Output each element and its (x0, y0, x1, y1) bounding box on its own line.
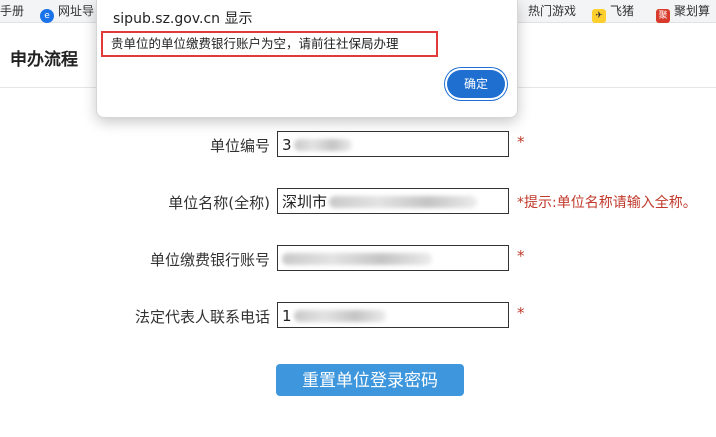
bookmark-label: 手册 (0, 4, 25, 18)
bookmark-hot-games[interactable]: 热门游戏 (528, 3, 576, 19)
form-row-unit-number: 单位编号 3 * (0, 131, 716, 161)
redacted-blur (293, 139, 352, 151)
unit-name-hint: *提示:单位名称请输入全称。 (517, 195, 697, 211)
alert-dialog: sipub.sz.gov.cn 显示 贵单位的单位缴费银行账户为空，请前往社保局… (96, 0, 518, 118)
field-label: 单位名称(全称) (168, 194, 270, 212)
field-label: 单位编号 (209, 137, 270, 155)
bookmark-label: 网址导 (58, 4, 95, 18)
dialog-origin: sipub.sz.gov.cn 显示 (113, 11, 253, 27)
input-value: 3 (282, 136, 292, 154)
bookmark-fliggy[interactable]: ✈ 飞猪 (592, 3, 635, 23)
bookmark-url-nav[interactable]: e 网址导 (40, 3, 95, 23)
bookmark-label: 飞猪 (610, 4, 635, 18)
redacted-blur (329, 196, 478, 208)
bookmark-label: 聚划算 (674, 4, 711, 18)
required-mark: * (517, 133, 525, 151)
bookmark-juhuasuan[interactable]: 聚聚划算 (656, 3, 711, 23)
redacted-blur (293, 310, 386, 322)
dialog-ok-button[interactable]: 确定 (447, 70, 505, 98)
browser-globe-icon: e (40, 9, 54, 23)
field-label: 法定代表人联系电话 (134, 308, 270, 326)
form-row-unit-name: 单位名称(全称) 深圳市 *提示:单位名称请输入全称。 (0, 188, 716, 218)
form-row-legal-rep-phone: 法定代表人联系电话 1 * (0, 302, 716, 332)
fliggy-icon: ✈ (592, 9, 606, 23)
field-label: 单位缴费银行账号 (149, 251, 270, 269)
input-value: 深圳市 (282, 193, 328, 211)
bookmark-manual[interactable]: 手册 (0, 3, 24, 19)
unit-name-input[interactable]: 深圳市 (277, 188, 509, 214)
bookmark-label: 热门游戏 (528, 4, 577, 18)
dialog-message: 贵单位的单位缴费银行账户为空，请前往社保局办理 (101, 31, 438, 57)
unit-number-input[interactable]: 3 (277, 131, 509, 157)
bank-account-input[interactable] (277, 245, 509, 271)
legal-rep-phone-input[interactable]: 1 (277, 302, 509, 328)
form-row-bank-account: 单位缴费银行账号 * (0, 245, 716, 275)
reset-password-button[interactable]: 重置单位登录密码 (276, 364, 464, 396)
redacted-blur (282, 253, 432, 265)
required-mark: * (517, 304, 525, 322)
juhuasuan-icon: 聚 (656, 9, 670, 23)
input-value: 1 (282, 307, 292, 325)
page-title: 申办流程 (10, 50, 78, 70)
required-mark: * (517, 247, 525, 265)
